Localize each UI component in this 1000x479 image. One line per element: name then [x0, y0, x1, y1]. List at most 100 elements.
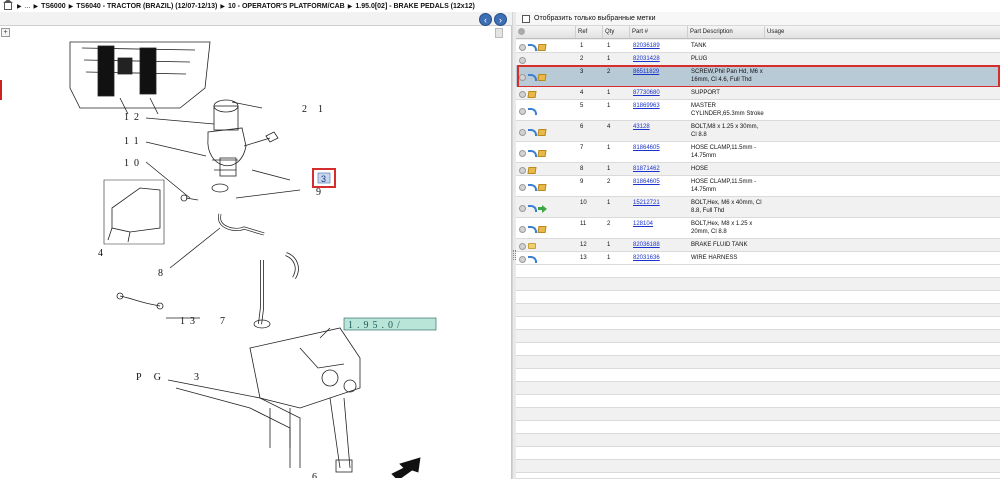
page-reference-link[interactable]: 1.95.0/ — [348, 320, 404, 331]
package-icon[interactable] — [537, 43, 547, 51]
callout-6[interactable]: 6 — [312, 472, 322, 478]
breadcrumb-item-section[interactable]: 10 - OPERATOR'S PLATFORM/CAB — [228, 3, 345, 10]
callout-7[interactable]: 7 — [220, 316, 230, 327]
table-row[interactable]: 13 1 82031636 WIRE HARNESS — [516, 252, 1000, 265]
show-selected-only-checkbox[interactable] — [522, 14, 530, 23]
package-icon[interactable] — [537, 149, 547, 157]
breadcrumb-item-series[interactable]: TS6000 — [41, 3, 66, 10]
where-used-icon[interactable] — [528, 184, 537, 191]
breadcrumb-item-model[interactable]: TS6040 - TRACTOR (BRAZIL) (12/07-12/13) — [76, 3, 217, 10]
package-icon[interactable] — [537, 183, 547, 191]
where-used-icon[interactable] — [528, 129, 537, 136]
add-to-cart-icon[interactable] — [519, 90, 526, 98]
table-row[interactable]: 2 1 82031428 PLUG — [516, 53, 1000, 66]
empty-row — [516, 330, 1000, 343]
package-icon[interactable] — [537, 73, 547, 81]
select-all-icon[interactable] — [518, 28, 525, 35]
table-row[interactable]: 7 1 81864605 HOSE CLAMP,11.5mm - 14.75mm — [516, 142, 1000, 163]
part-number-link[interactable]: 15212721 — [630, 197, 688, 217]
column-header-actions[interactable] — [516, 26, 576, 38]
callout-13[interactable]: 13 — [180, 316, 200, 327]
callout-2[interactable]: 2 — [302, 104, 312, 115]
previous-page-button[interactable]: ‹ — [479, 13, 492, 26]
breadcrumb-ellipsis[interactable]: ... — [25, 3, 31, 10]
table-row[interactable]: 12 1 82036188 BRAKE FLUID TANK — [516, 239, 1000, 252]
part-number-link[interactable]: 81869963 — [630, 100, 688, 120]
part-number-link[interactable]: 87730680 — [630, 87, 688, 99]
add-to-cart-icon[interactable] — [519, 56, 526, 64]
part-number-link[interactable]: 43128 — [630, 121, 688, 141]
where-used-icon[interactable] — [528, 44, 537, 51]
next-page-button[interactable]: › — [494, 13, 507, 26]
qty-cell: 1 — [607, 103, 611, 109]
callout-4[interactable]: 4 — [98, 248, 108, 259]
table-row[interactable]: 3 2 86511829 SCREW,Phil Pan Hd, M6 x 16mm, … — [516, 66, 1000, 87]
column-header-part-number[interactable]: Part # — [630, 26, 688, 38]
usage-cell — [765, 121, 1000, 141]
description-cell: SUPPORT — [691, 90, 720, 96]
row-actions — [516, 66, 576, 86]
where-used-icon[interactable] — [528, 74, 537, 81]
table-row[interactable]: 10 1 15212721 BOLT,Hex, M6 x 40mm, Cl 8.8, … — [516, 197, 1000, 218]
part-number-link[interactable]: 81864605 — [630, 142, 688, 162]
callout-8[interactable]: 8 — [158, 268, 168, 279]
part-number-link[interactable]: 128104 — [630, 218, 688, 238]
empty-row — [516, 265, 1000, 278]
add-to-cart-icon[interactable] — [519, 166, 526, 174]
callout-selected[interactable]: 3 — [321, 174, 326, 184]
empty-slot — [538, 167, 546, 174]
table-row[interactable]: 8 1 81871462 HOSE — [516, 163, 1000, 176]
callout-11[interactable]: 11 — [124, 136, 144, 147]
package-icon[interactable] — [527, 90, 537, 98]
add-to-cart-icon[interactable] — [519, 255, 526, 263]
crumb-arrow-icon: ▶ — [17, 3, 22, 10]
table-row[interactable]: 6 4 43128 BOLT,M8 x 1.25 x 30mm, Cl 8.8 — [516, 121, 1000, 142]
table-row[interactable]: 5 1 81869963 MASTER CYLINDER,65.3mm Stroke — [516, 100, 1000, 121]
exploded-parts-diagram[interactable]: 12 11 10 4 8 13 7 2 1 9 6 P G 3 3 1.95.0… — [0, 28, 510, 478]
empty-row — [516, 447, 1000, 460]
where-used-icon[interactable] — [528, 108, 537, 115]
where-used-icon[interactable] — [528, 256, 537, 263]
part-number-link[interactable]: 82036188 — [630, 239, 688, 251]
add-to-cart-icon[interactable] — [519, 242, 526, 250]
callout-1[interactable]: 1 — [318, 104, 328, 115]
add-to-cart-icon[interactable] — [519, 183, 526, 191]
add-to-cart-icon[interactable] — [519, 204, 526, 212]
add-to-cart-icon[interactable] — [519, 225, 526, 233]
add-to-cart-icon[interactable] — [519, 128, 526, 136]
callout-9[interactable]: 9 — [316, 187, 326, 198]
callout-10[interactable]: 10 — [124, 158, 144, 169]
part-number-link[interactable]: 81864605 — [630, 176, 688, 196]
folder-icon[interactable] — [528, 243, 536, 249]
add-to-cart-icon[interactable] — [519, 73, 526, 81]
empty-row — [516, 356, 1000, 369]
column-header-qty[interactable]: Qty — [603, 26, 630, 38]
table-row[interactable]: 11 2 128104 BOLT,Hex, M8 x 1.25 x 20mm, Cl … — [516, 218, 1000, 239]
part-number-link[interactable]: 82031428 — [630, 53, 688, 65]
part-number-link[interactable]: 86511829 — [630, 66, 688, 86]
table-row[interactable]: 9 2 81864605 HOSE CLAMP,11.5mm - 14.75mm — [516, 176, 1000, 197]
column-header-usage[interactable]: Usage — [765, 26, 1000, 38]
column-header-ref[interactable]: Ref — [576, 26, 603, 38]
replacement-arrow-icon[interactable] — [538, 204, 547, 213]
column-header-description[interactable]: Part Description — [688, 26, 765, 38]
qty-cell: 2 — [607, 221, 611, 227]
table-row[interactable]: 4 1 87730680 SUPPORT — [516, 87, 1000, 100]
part-number-link[interactable]: 82031636 — [630, 252, 688, 264]
package-icon[interactable] — [527, 166, 537, 174]
table-row[interactable]: 1 1 82036189 TANK — [516, 40, 1000, 53]
add-to-cart-icon[interactable] — [519, 43, 526, 51]
callout-12[interactable]: 12 — [124, 112, 144, 123]
where-used-icon[interactable] — [528, 226, 537, 233]
add-to-cart-icon[interactable] — [519, 107, 526, 115]
package-icon[interactable] — [537, 128, 547, 136]
home-icon[interactable] — [3, 0, 13, 10]
add-to-cart-icon[interactable] — [519, 149, 526, 157]
where-used-icon[interactable] — [528, 150, 537, 157]
callout-3-lower[interactable]: 3 — [194, 372, 204, 383]
where-used-icon[interactable] — [528, 205, 537, 212]
part-number-link[interactable]: 81871462 — [630, 163, 688, 175]
qty-cell: 1 — [607, 242, 611, 248]
package-icon[interactable] — [537, 225, 547, 233]
part-number-link[interactable]: 82036189 — [630, 40, 688, 52]
